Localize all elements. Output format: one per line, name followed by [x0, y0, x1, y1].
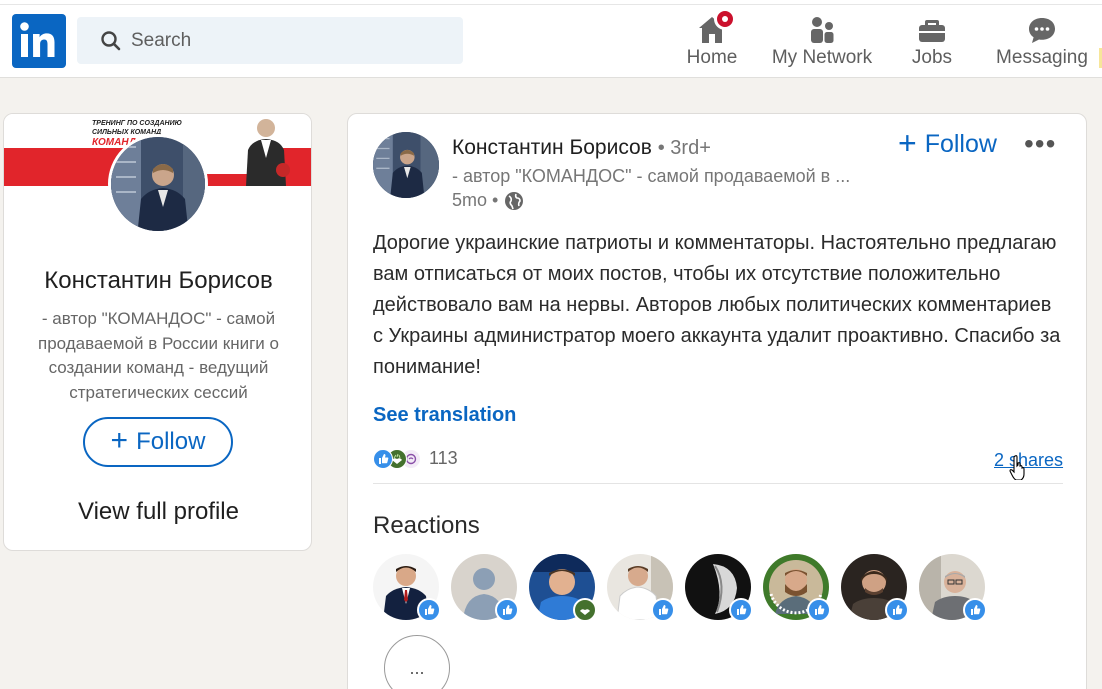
- plus-icon: +: [898, 124, 917, 161]
- post-author-avatar[interactable]: [373, 132, 439, 198]
- reactor-avatar[interactable]: [607, 554, 675, 622]
- reactions-summary[interactable]: 113: [373, 448, 458, 469]
- support-badge-icon: [573, 598, 597, 622]
- search-box[interactable]: [77, 17, 463, 64]
- top-divider: [0, 4, 1102, 5]
- like-badge-icon: [495, 598, 519, 622]
- like-badge-icon: [417, 598, 441, 622]
- search-icon: [101, 31, 121, 51]
- like-reaction-icon: [373, 448, 393, 469]
- hand-cursor-icon: [1009, 455, 1025, 480]
- briefcase-icon: [919, 20, 945, 42]
- reactor-avatar[interactable]: [685, 554, 753, 622]
- globe-icon: [505, 191, 524, 210]
- profile-avatar[interactable]: [108, 134, 208, 234]
- reactor-avatar[interactable]: [451, 554, 519, 622]
- profile-description: - автор "КОМАНДОС" - самой продаваемой в…: [38, 309, 279, 402]
- reactions-heading: Reactions: [373, 512, 480, 539]
- post-text: Дорогие украинские патриоты и комментато…: [373, 232, 1061, 378]
- like-badge-icon: [963, 598, 987, 622]
- connection-degree: • 3rd+: [657, 137, 711, 159]
- reactor-avatar[interactable]: [841, 554, 909, 622]
- post-timestamp: 5mo •: [452, 190, 524, 211]
- top-navigation-bar: Home My Network Jobs Messaging: [0, 0, 1102, 78]
- plus-icon: +: [110, 423, 129, 457]
- notification-badge: [714, 8, 736, 30]
- nav-home-label: Home: [686, 47, 738, 68]
- post-follow-label: Follow: [924, 130, 997, 158]
- post-divider: [373, 483, 1063, 484]
- profile-card: ТРЕНИНГ ПО СОЗДАНИЮ СИЛЬНЫХ КОМАНД КОМАН…: [3, 113, 312, 551]
- reactor-avatar[interactable]: [373, 554, 441, 622]
- profile-name[interactable]: Константин Борисов: [4, 267, 311, 295]
- nav-home[interactable]: Home: [682, 8, 742, 74]
- like-badge-icon: [651, 598, 675, 622]
- messaging-icon: [1029, 18, 1055, 43]
- see-translation-link[interactable]: See translation: [373, 404, 516, 427]
- reactor-avatar[interactable]: [919, 554, 987, 622]
- like-badge-icon: [807, 598, 831, 622]
- network-icon: [811, 17, 834, 43]
- more-options-icon[interactable]: •••: [1024, 130, 1056, 158]
- reactor-avatar[interactable]: [763, 554, 831, 622]
- nav-jobs[interactable]: Jobs: [905, 10, 959, 74]
- linkedin-logo-icon[interactable]: [12, 14, 66, 68]
- post-time-text: 5mo •: [452, 190, 499, 210]
- nav-jobs-label: Jobs: [911, 47, 953, 68]
- nav-messaging[interactable]: Messaging: [996, 10, 1088, 74]
- reaction-count: 113: [429, 448, 458, 468]
- profile-follow-label: Follow: [136, 428, 206, 455]
- post-author-name-line[interactable]: Константин Борисов • 3rd+: [452, 136, 711, 160]
- nav-my-network-label: My Network: [771, 47, 873, 68]
- post-follow-button[interactable]: + Follow: [898, 124, 997, 161]
- banner-person-image: [246, 119, 290, 186]
- like-badge-icon: [729, 598, 753, 622]
- post-author-headline: - автор "КОМАНДОС" - самой продаваемой в…: [452, 166, 851, 186]
- view-full-profile-link[interactable]: View full profile: [4, 498, 311, 526]
- nav-my-network[interactable]: My Network: [768, 10, 876, 74]
- nav-messaging-label: Messaging: [996, 47, 1088, 68]
- profile-follow-button[interactable]: + Follow: [83, 417, 233, 467]
- like-badge-icon: [885, 598, 909, 622]
- post-author-name[interactable]: Константин Борисов: [452, 136, 652, 159]
- feed-post: Константин Борисов • 3rd+ - автор "КОМАН…: [347, 113, 1087, 689]
- reactor-avatar[interactable]: [529, 554, 597, 622]
- search-input[interactable]: [131, 27, 451, 55]
- more-reactors-button[interactable]: ...: [384, 635, 450, 689]
